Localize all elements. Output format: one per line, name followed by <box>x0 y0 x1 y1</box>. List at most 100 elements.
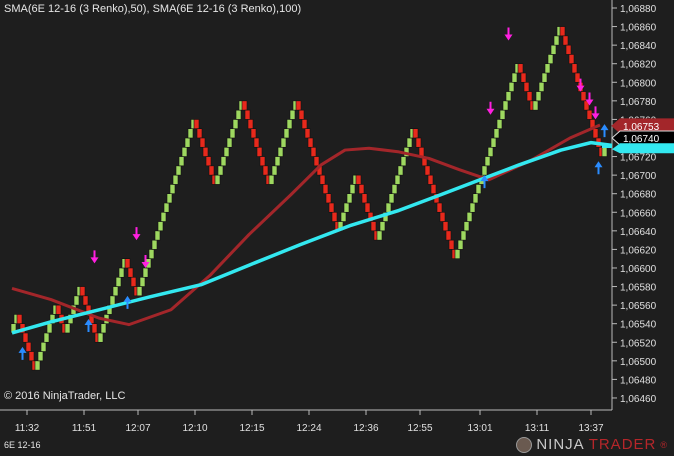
sell-arrow-icon <box>90 250 99 264</box>
renko-brick-up <box>181 146 188 157</box>
renko-brick-up <box>184 137 191 148</box>
renko-brick-down <box>436 202 443 213</box>
renko-brick-up <box>136 286 143 297</box>
x-tick-label: 12:15 <box>239 423 264 434</box>
y-tick-label: 1,06680 <box>620 190 657 201</box>
renko-brick-down <box>241 100 248 111</box>
buy-arrow-icon <box>18 346 27 360</box>
x-tick-label: 12:07 <box>125 423 150 434</box>
renko-brick-down <box>331 211 338 222</box>
x-tick-label: 11:51 <box>72 423 97 434</box>
renko-brick-up <box>139 276 146 287</box>
renko-brick-up <box>385 202 392 213</box>
renko-brick-up <box>163 202 170 213</box>
renko-brick-up <box>172 174 179 185</box>
sma100-line <box>11 140 613 335</box>
renko-brick-up <box>115 276 122 287</box>
renko-brick-down <box>370 221 377 232</box>
renko-brick-up <box>466 211 473 222</box>
renko-brick-up <box>109 295 116 306</box>
logo-text-right: TRADER <box>588 436 657 453</box>
renko-brick-down <box>562 35 569 46</box>
renko-brick-up <box>343 202 350 213</box>
renko-brick-down <box>28 351 35 362</box>
renko-brick-down <box>439 211 446 222</box>
renko-brick-up <box>289 109 296 120</box>
renko-brick-down <box>313 156 320 167</box>
y-tick-label: 1,06460 <box>620 394 657 405</box>
renko-brick-down <box>328 202 335 213</box>
renko-brick-down <box>256 146 263 157</box>
renko-brick-down <box>250 128 257 139</box>
renko-brick-down <box>526 91 533 102</box>
renko-brick-up <box>388 193 395 204</box>
buy-arrow-icon <box>594 161 603 175</box>
renko-brick-down <box>568 54 575 65</box>
renko-brick-up <box>508 81 515 92</box>
renko-brick-up <box>469 202 476 213</box>
renko-brick-up <box>553 35 560 46</box>
y-tick-label: 1,06560 <box>620 301 657 312</box>
renko-brick-up <box>268 174 275 185</box>
renko-brick-up <box>232 119 239 130</box>
renko-brick-down <box>295 100 302 111</box>
renko-brick-down <box>520 72 527 83</box>
renko-brick-up <box>283 128 290 139</box>
sell-arrow-icon <box>591 106 600 120</box>
renko-brick-down <box>202 146 209 157</box>
renko-brick-up <box>73 295 80 306</box>
renko-brick-up <box>154 230 161 241</box>
renko-brick-down <box>325 193 332 204</box>
renko-brick-up <box>406 137 413 148</box>
renko-brick-up <box>100 323 107 334</box>
renko-brick-up <box>151 239 158 250</box>
renko-brick-down <box>16 314 23 324</box>
y-tick-label: 1,06700 <box>620 171 657 182</box>
renko-brick-up <box>220 156 227 167</box>
renko-brick-up <box>46 323 53 334</box>
renko-brick-down <box>193 119 200 130</box>
renko-brick-up <box>169 184 176 194</box>
renko-brick-up <box>280 137 287 148</box>
buy-arrow-icon <box>600 124 609 138</box>
renko-brick-down <box>310 146 317 157</box>
sma100-price-marker <box>612 143 674 154</box>
y-tick-label: 1,06540 <box>620 320 657 331</box>
y-tick-label: 1,06720 <box>620 153 657 164</box>
renko-brick-up <box>277 146 284 157</box>
renko-brick-down <box>358 184 365 194</box>
renko-chart[interactable]: 1,06460 1,06480 1,06500 1,06520 1,06540 1,065… <box>0 0 674 456</box>
renko-brick-up <box>376 230 383 241</box>
sell-arrow-icon <box>504 27 513 41</box>
renko-brick-up <box>454 249 461 259</box>
instrument-label: 6E 12-16 <box>4 440 41 450</box>
renko-brick-up <box>274 156 281 167</box>
renko-brick-down <box>361 193 368 204</box>
renko-brick-up <box>535 91 542 102</box>
renko-brick-down <box>445 230 452 241</box>
renko-brick-up <box>64 323 71 334</box>
renko-brick-up <box>112 286 119 297</box>
renko-brick-down <box>205 156 212 167</box>
renko-brick-down <box>259 156 266 167</box>
renko-brick-up <box>496 119 503 130</box>
renko-brick-up <box>547 54 554 65</box>
y-tick-label: 1,06840 <box>620 41 657 52</box>
renko-brick-down <box>364 202 371 213</box>
y-tick-label: 1,06860 <box>620 23 657 34</box>
renko-brick-down <box>130 276 137 287</box>
renko-brick-up <box>37 351 44 362</box>
copyright-text: © 2016 NinjaTrader, LLC <box>4 390 126 402</box>
renko-brick-up <box>493 128 500 139</box>
renko-brick-up <box>229 128 236 139</box>
renko-brick-up <box>340 211 347 222</box>
renko-brick-down <box>319 174 326 185</box>
renko-brick-up <box>502 100 509 111</box>
renko-brick-up <box>394 174 401 185</box>
renko-brick-up <box>511 72 518 83</box>
renko-brick-up <box>160 211 167 222</box>
renko-brick-up <box>166 193 173 204</box>
renko-brick-up <box>346 193 353 204</box>
chart-title: SMA(6E 12-16 (3 Renko),50), SMA(6E 12-16… <box>4 3 302 15</box>
renko-brick-up <box>487 146 494 157</box>
